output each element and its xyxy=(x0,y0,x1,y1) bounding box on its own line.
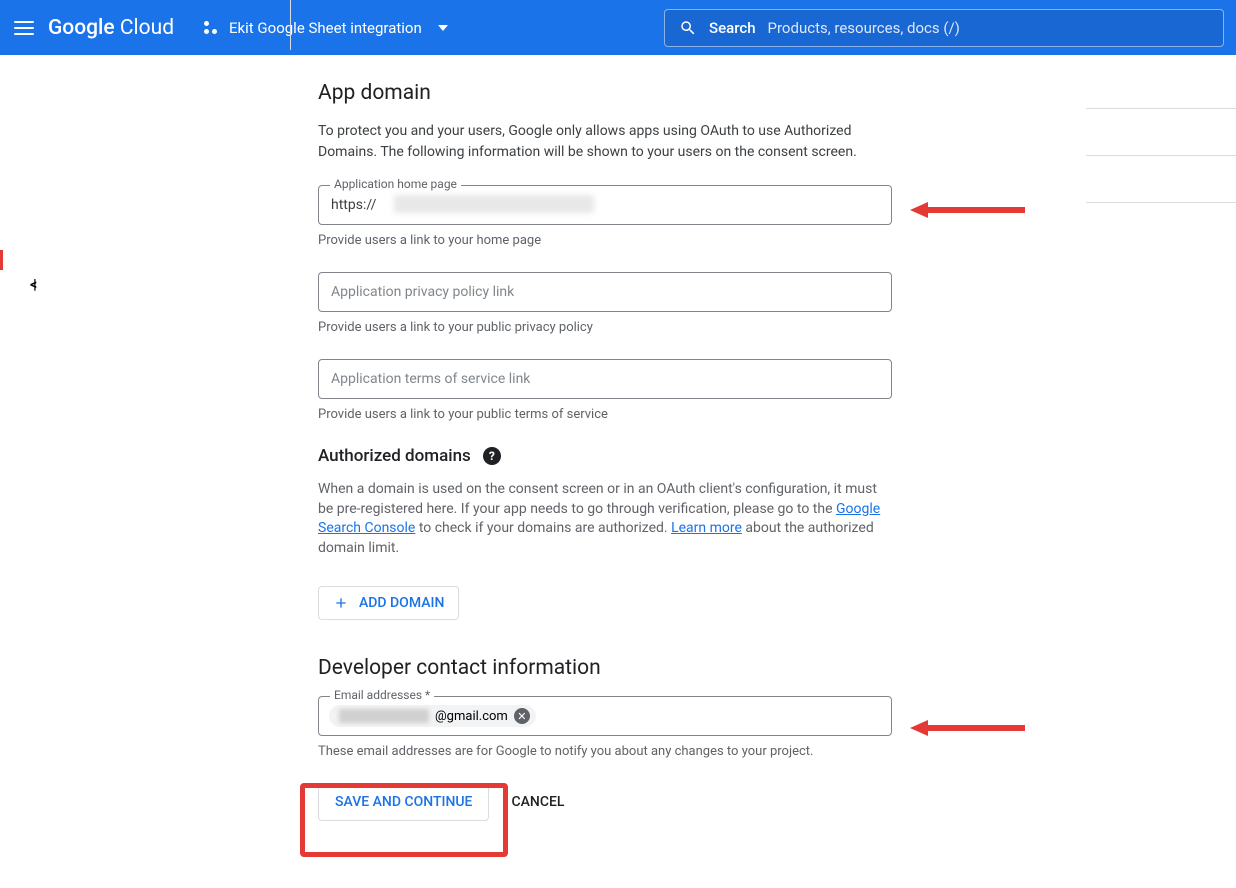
email-label: Email addresses * xyxy=(330,688,434,702)
logo-primary: Google xyxy=(48,16,115,40)
save-and-continue-button[interactable]: SAVE AND CONTINUE xyxy=(318,783,489,821)
redacted-content xyxy=(339,709,429,723)
help-icon[interactable]: ? xyxy=(483,447,501,465)
content-wrapper: <| App domain To protect you and your us… xyxy=(0,55,1236,888)
terms-of-service-input[interactable] xyxy=(318,359,892,399)
terms-helper: Provide users a link to your public term… xyxy=(318,407,1236,422)
app-domain-title: App domain xyxy=(318,81,1236,105)
authorized-domains-title: Authorized domains ? xyxy=(318,446,1236,466)
sidebar: <| xyxy=(0,55,290,888)
terms-field-wrapper xyxy=(318,359,892,399)
project-icon xyxy=(204,21,217,34)
header: Google Cloud Ekit Google Sheet integrati… xyxy=(0,0,1236,55)
add-domain-label: ADD DOMAIN xyxy=(359,595,444,611)
authorized-domains-title-text: Authorized domains xyxy=(318,446,471,466)
logo-secondary: Cloud xyxy=(120,16,174,40)
button-row: SAVE AND CONTINUE CANCEL xyxy=(318,783,1236,821)
home-page-field-wrapper: Application home page xyxy=(318,185,892,225)
developer-contact-title: Developer contact information xyxy=(318,656,1236,680)
email-field-wrapper: Email addresses * @gmail.com ✕ xyxy=(318,696,892,736)
privacy-policy-input[interactable] xyxy=(318,272,892,312)
email-addresses-input[interactable]: @gmail.com ✕ xyxy=(318,696,892,736)
privacy-field-wrapper xyxy=(318,272,892,312)
authorized-domains-description: When a domain is used on the consent scr… xyxy=(318,480,888,558)
active-indicator xyxy=(0,250,3,270)
plus-icon xyxy=(333,595,349,611)
google-cloud-logo[interactable]: Google Cloud xyxy=(48,16,174,40)
email-chip: @gmail.com ✕ xyxy=(329,705,536,727)
collapse-sidebar-icon[interactable]: <| xyxy=(30,277,33,293)
home-page-label: Application home page xyxy=(330,177,461,191)
email-suffix: @gmail.com xyxy=(435,709,508,724)
auth-desc-1: When a domain is used on the consent scr… xyxy=(318,481,877,517)
remove-chip-icon[interactable]: ✕ xyxy=(514,708,530,724)
learn-more-link[interactable]: Learn more xyxy=(671,520,742,536)
search-label: Search xyxy=(709,19,756,37)
privacy-helper: Provide users a link to your public priv… xyxy=(318,320,1236,335)
project-selector[interactable]: Ekit Google Sheet integration xyxy=(204,19,448,37)
add-domain-button[interactable]: ADD DOMAIN xyxy=(318,586,459,620)
auth-desc-2: to check if your domains are authorized. xyxy=(415,520,671,536)
cancel-button[interactable]: CANCEL xyxy=(511,794,564,810)
redacted-content xyxy=(394,195,594,213)
search-input[interactable]: Search Products, resources, docs (/) xyxy=(664,9,1224,47)
hamburger-menu-icon[interactable] xyxy=(12,16,36,40)
search-icon xyxy=(679,19,697,37)
chevron-down-icon xyxy=(438,25,448,31)
project-name: Ekit Google Sheet integration xyxy=(229,19,422,37)
search-placeholder: Products, resources, docs (/) xyxy=(768,19,960,37)
vertical-divider xyxy=(290,0,291,50)
decorative-lines xyxy=(1086,108,1236,249)
email-helper: These email addresses are for Google to … xyxy=(318,744,1236,759)
app-domain-description: To protect you and your users, Google on… xyxy=(318,121,880,163)
